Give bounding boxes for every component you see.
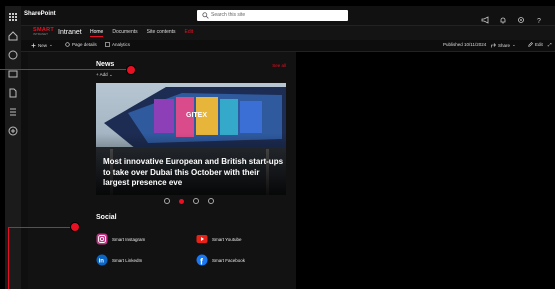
instagram-icon — [96, 233, 108, 245]
gear-icon — [65, 42, 70, 47]
site-title[interactable]: Intranet — [58, 29, 82, 36]
share-icon — [491, 42, 496, 47]
news-headline[interactable]: Most innovative European and British sta… — [103, 157, 285, 189]
page-canvas: News See all + Add ⌄ GITEX — [28, 52, 296, 289]
social-link-facebook[interactable]: f Smart Facebook — [196, 254, 245, 267]
expand-icon[interactable]: ⤢ — [548, 42, 552, 47]
new-button[interactable]: New ⌄ — [31, 42, 53, 48]
add-circle-icon[interactable] — [8, 123, 18, 136]
carousel-dot[interactable] — [164, 198, 170, 204]
plus-icon: + — [96, 72, 99, 77]
published-status: Published 10/11/2024 — [443, 42, 487, 47]
chart-icon — [105, 42, 110, 47]
facebook-icon: f — [196, 254, 208, 267]
plus-icon — [31, 43, 36, 47]
svg-text:?: ? — [537, 18, 541, 24]
carousel-pager — [164, 198, 214, 204]
share-button[interactable]: Share ⌄ — [491, 42, 516, 48]
command-bar: New ⌄ Page details Analytics Published 1… — [21, 40, 555, 52]
social-link-instagram[interactable]: Smart Instagram — [96, 233, 145, 245]
home-icon[interactable] — [8, 28, 18, 41]
search-placeholder: Search this site — [211, 12, 246, 18]
carousel-dot-active[interactable] — [179, 198, 184, 204]
bell-icon[interactable] — [499, 11, 507, 24]
callout-line — [0, 69, 130, 70]
site-header: SMART INTRANET Intranet Home Documents S… — [21, 26, 555, 40]
edit-button[interactable]: Edit — [528, 42, 543, 47]
news-hero-card[interactable]: GITEX Most innovative European and Briti… — [96, 83, 286, 195]
svg-text:in: in — [99, 258, 105, 264]
nav-documents[interactable]: Documents — [112, 29, 137, 37]
suite-bar: SharePoint Search this site ? — [21, 6, 555, 26]
social-link-youtube[interactable]: Smart Youtube — [196, 233, 242, 245]
help-icon[interactable]: ? — [535, 11, 543, 25]
chevron-down-icon: ⌄ — [49, 42, 53, 47]
linkedin-icon: in — [96, 254, 108, 266]
megaphone-icon[interactable] — [481, 11, 489, 24]
social-heading: Social — [96, 214, 117, 221]
callout-marker — [126, 65, 136, 75]
app-name[interactable]: SharePoint — [24, 11, 56, 17]
search-input[interactable]: Search this site — [197, 10, 348, 21]
add-news-button[interactable]: + Add ⌄ — [96, 72, 113, 78]
callout-marker — [70, 222, 80, 232]
lists-icon[interactable] — [8, 104, 18, 116]
left-gutter — [21, 52, 28, 289]
gear-icon[interactable] — [517, 11, 525, 23]
pencil-icon — [528, 42, 533, 47]
carousel-dot[interactable] — [193, 198, 199, 204]
page-details-button[interactable]: Page details — [65, 42, 97, 47]
youtube-icon — [196, 233, 208, 245]
social-link-linkedin[interactable]: in Smart LinkedIn — [96, 254, 142, 266]
empty-right-pane — [296, 52, 555, 289]
see-all-link[interactable]: See all — [272, 63, 286, 68]
files-icon[interactable] — [8, 85, 18, 98]
suite-icons: ? — [481, 11, 543, 25]
chevron-down-icon: ⌄ — [108, 72, 113, 77]
carousel-dot[interactable] — [208, 198, 214, 204]
news-heading: News — [96, 61, 115, 68]
site-logo[interactable]: SMART INTRANET — [33, 27, 54, 38]
nav-home[interactable]: Home — [90, 29, 104, 37]
callout-line — [8, 227, 76, 228]
nav-site-contents[interactable]: Site contents — [147, 29, 176, 37]
analytics-button[interactable]: Analytics — [105, 42, 130, 47]
globe-icon[interactable] — [8, 47, 18, 60]
callout-line — [8, 227, 9, 289]
search-icon — [202, 12, 209, 19]
app-launcher-icon[interactable] — [8, 9, 18, 21]
news-icon[interactable] — [8, 66, 18, 78]
site-nav: Home Documents Site contents Edit — [90, 29, 193, 37]
chevron-down-icon: ⌄ — [512, 42, 516, 47]
nav-edit[interactable]: Edit — [185, 29, 194, 37]
